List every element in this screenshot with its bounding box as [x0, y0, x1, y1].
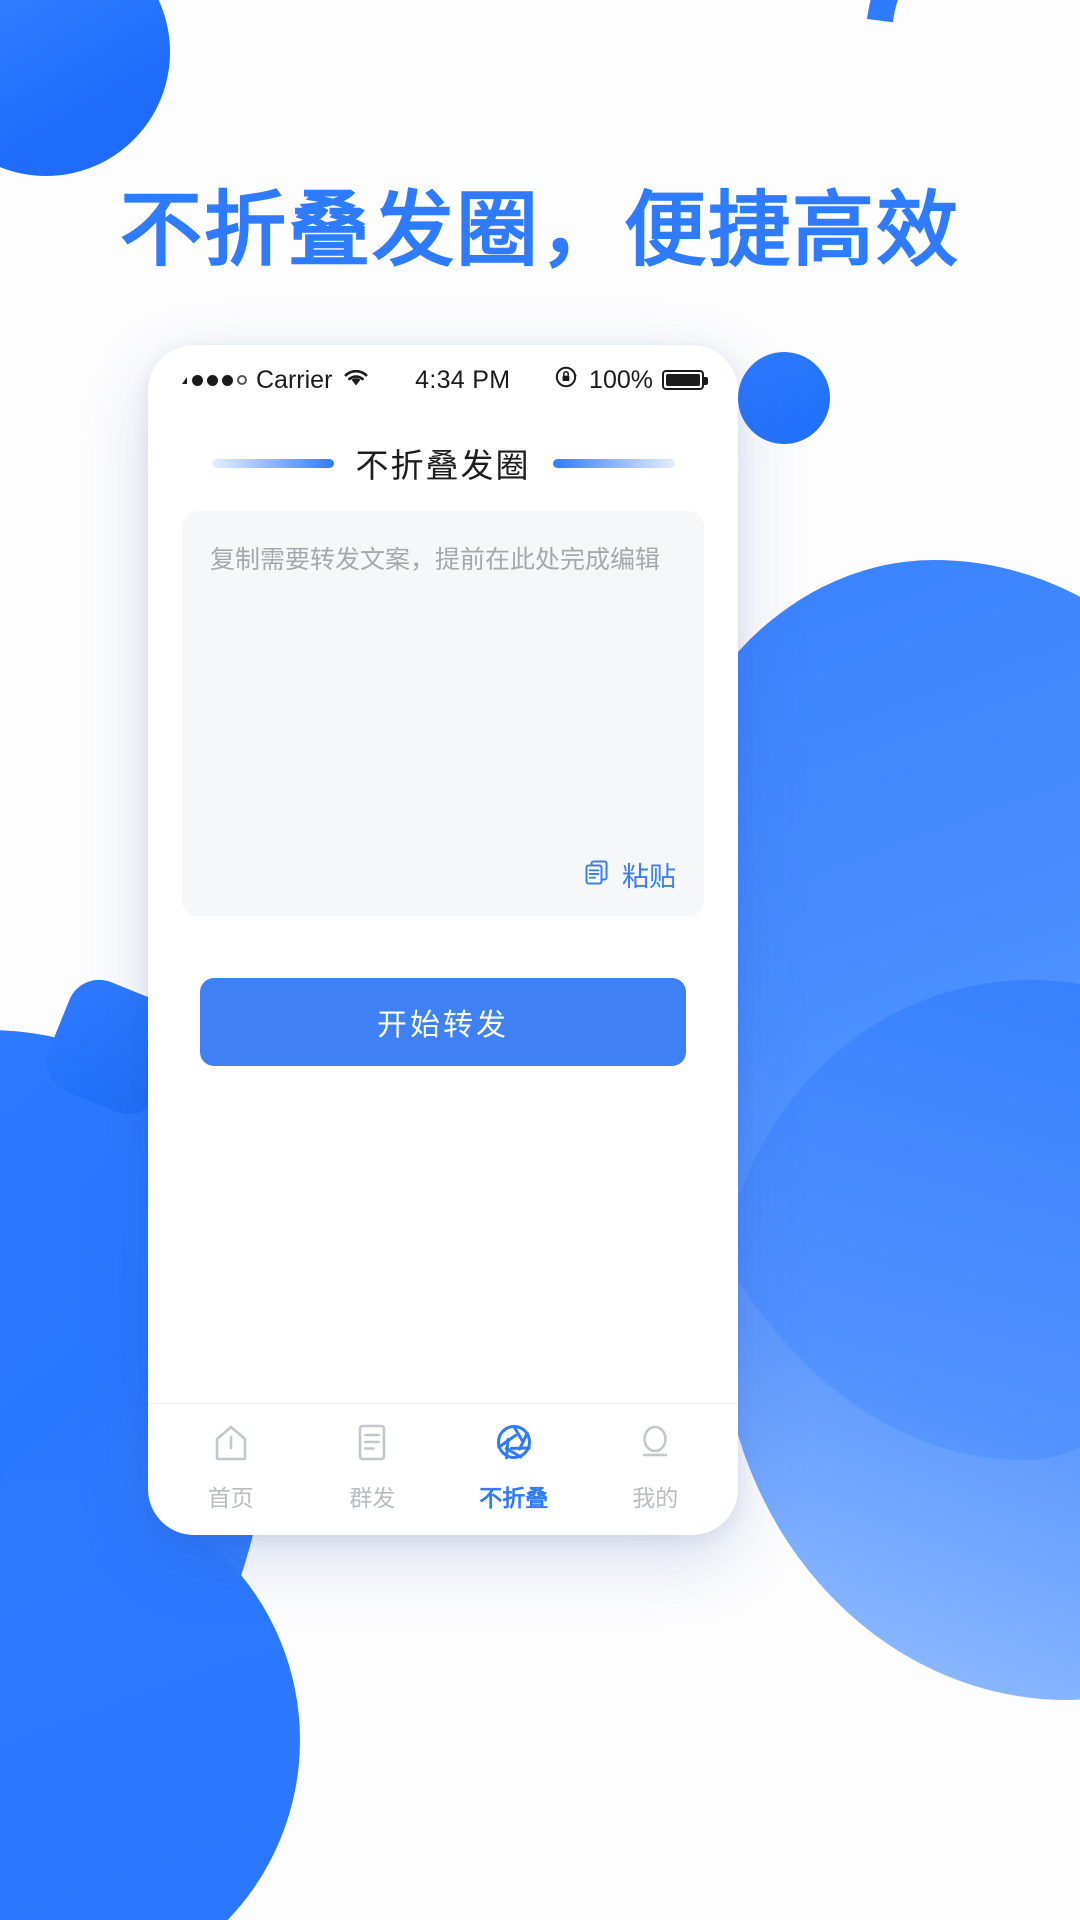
decor-phone-side-circle — [738, 352, 830, 444]
app-header: 不折叠发圈 — [148, 415, 738, 511]
aperture-icon — [488, 1417, 540, 1469]
poster-stage: 不折叠发圈，便捷高效 Carrier 4:34 PM 100% 不折叠发圈 复制… — [0, 0, 1080, 1920]
header-rule-right — [552, 458, 675, 468]
status-bar-time: 4:34 PM — [415, 365, 511, 394]
decor-top-left-circle — [0, 0, 170, 176]
tab-mass-send[interactable]: 群发 — [302, 1417, 444, 1513]
start-forward-button[interactable]: 开始转发 — [200, 978, 686, 1066]
status-bar: Carrier 4:34 PM 100% — [148, 345, 738, 415]
tab-home[interactable]: 首页 — [160, 1417, 302, 1513]
decor-bottom-left-circle — [0, 1480, 300, 1920]
decor-right-blob-2 — [720, 980, 1080, 1700]
battery-full-icon — [662, 370, 708, 390]
clipboard-paste-icon — [582, 856, 612, 893]
home-icon — [205, 1417, 257, 1469]
paste-button[interactable]: 粘贴 — [582, 855, 676, 894]
tab-no-fold[interactable]: 不折叠 — [443, 1417, 585, 1513]
status-bar-left: Carrier — [182, 366, 371, 395]
app-title: 不折叠发圈 — [355, 446, 531, 485]
paste-label: 粘贴 — [622, 862, 676, 893]
header-rule-left — [211, 458, 334, 468]
tab-no-fold-label: 不折叠 — [479, 1485, 549, 1512]
poster-headline: 不折叠发圈，便捷高效 — [119, 183, 960, 278]
wifi-icon — [341, 366, 371, 395]
editor-section: 复制需要转发文案，提前在此处完成编辑 粘贴 — [148, 511, 738, 916]
person-icon — [629, 1417, 681, 1469]
status-bar-right: 100% — [554, 364, 708, 397]
rotation-lock-icon — [554, 364, 580, 397]
tab-mass-send-label: 群发 — [349, 1485, 396, 1512]
primary-action-section: 开始转发 — [148, 916, 738, 1066]
content-placeholder: 复制需要转发文案，提前在此处完成编辑 — [210, 545, 661, 574]
tab-profile-label: 我的 — [632, 1485, 679, 1512]
tab-profile[interactable]: 我的 — [585, 1417, 727, 1513]
content-textarea[interactable]: 复制需要转发文案，提前在此处完成编辑 粘贴 — [182, 511, 704, 916]
document-icon — [346, 1417, 398, 1469]
tab-home-label: 首页 — [207, 1485, 254, 1512]
signal-strength-icon — [182, 374, 247, 386]
carrier-label: Carrier — [256, 365, 333, 394]
phone-mockup: Carrier 4:34 PM 100% 不折叠发圈 复制需要转发文案，提前在此… — [148, 345, 738, 1535]
bottom-tab-bar: 首页 群发 不折叠 我的 — [148, 1403, 738, 1535]
battery-percent-label: 100% — [589, 365, 653, 394]
